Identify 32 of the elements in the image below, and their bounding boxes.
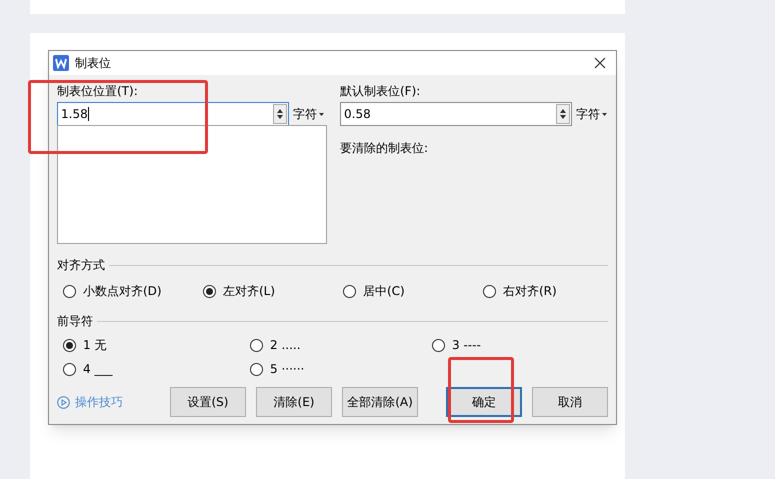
unit-dropdown[interactable]: 字符 [293, 105, 324, 123]
radio-option[interactable]: 2 ..... [250, 336, 301, 354]
radio-option[interactable]: 右对齐(R) [483, 282, 557, 300]
spin-buttons[interactable] [273, 104, 287, 124]
dialog-button[interactable]: 全部清除(A) [342, 387, 418, 417]
field-label: 默认制表位(F): [340, 83, 422, 99]
spin-buttons[interactable] [556, 104, 570, 124]
radio-option[interactable]: 居中(C) [343, 282, 405, 300]
play-icon [57, 396, 70, 408]
unit-dropdown[interactable]: 字符 [576, 105, 607, 123]
radio-option[interactable]: 5 ······ [250, 360, 304, 378]
highlight-frame [448, 357, 514, 423]
group-title: 对齐方式 [57, 257, 106, 274]
radio-option[interactable]: 左对齐(L) [203, 282, 276, 300]
tab-position-field[interactable]: 1.58 [57, 102, 289, 126]
close-icon[interactable] [594, 57, 606, 69]
dialog-button[interactable]: 设置(S) [170, 387, 246, 417]
dialog-button[interactable]: 清除(E) [256, 387, 332, 417]
radio-option[interactable]: 1 无 [63, 336, 106, 354]
radio-option[interactable]: 小数点对齐(D) [63, 282, 162, 300]
app-logo-icon [53, 55, 69, 71]
caret-icon [319, 112, 324, 116]
dialog-button[interactable]: 确定 [446, 387, 522, 417]
field-label: 制表位位置(T): [57, 83, 139, 99]
default-tab-field[interactable]: 0.58 [340, 102, 572, 126]
clear-label: 要清除的制表位: [340, 140, 430, 157]
dialog-button[interactable]: 取消 [532, 387, 608, 417]
radio-option[interactable]: 3 ---- [432, 336, 481, 354]
radio-option[interactable]: 4 ___ [63, 360, 112, 378]
window-title: 制表位 [75, 55, 111, 72]
group-title: 前导符 [57, 313, 94, 330]
caret-icon [602, 112, 607, 116]
